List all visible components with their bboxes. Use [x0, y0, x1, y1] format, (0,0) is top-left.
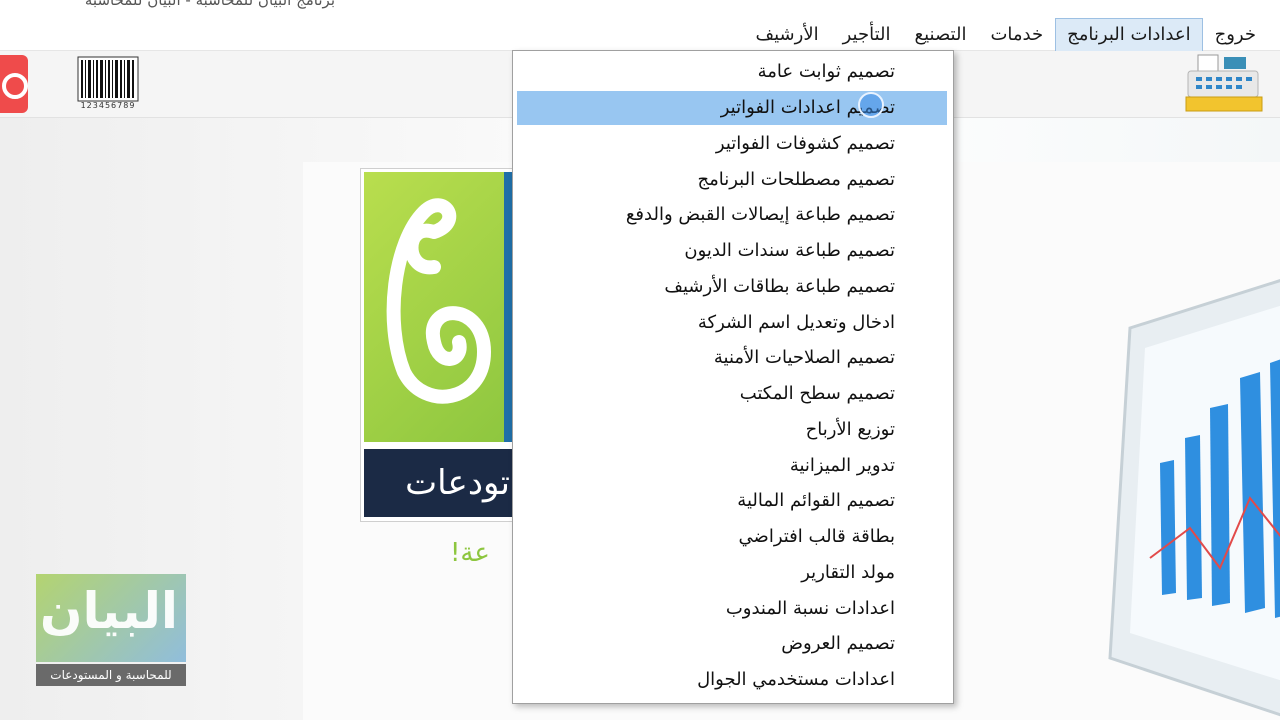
menu-manufacturing[interactable]: التصنيع — [903, 18, 979, 52]
brand-subtitle: للمحاسبة و المستودعات — [36, 664, 186, 686]
menu-item-invoice-statements[interactable]: تصميم كشوفات الفواتير — [517, 127, 947, 161]
cash-register-icon[interactable] — [1184, 53, 1264, 115]
menu-item-receipt-printing[interactable]: تصميم طباعة إيصالات القبض والدفع — [517, 198, 947, 232]
logo-green-block — [364, 172, 514, 442]
mouse-cursor-icon — [858, 92, 884, 118]
tagline: عة! — [450, 538, 490, 568]
menu-item-general-constants[interactable]: تصميم ثوابت عامة — [517, 55, 947, 89]
menu-rental[interactable]: التأجير — [831, 18, 903, 52]
menu-program-settings[interactable]: اعدادات البرنامج — [1055, 18, 1203, 52]
menu-item-offers-design[interactable]: تصميم العروض — [517, 627, 947, 661]
menu-item-mobile-users[interactable]: اعدادات مستخدمي الجوال — [517, 663, 947, 697]
title-bar: برنامج البيان للمحاسبة - البيان للمحاسبة — [0, 0, 1280, 10]
menu-item-security-permissions[interactable]: تصميم الصلاحيات الأمنية — [517, 341, 947, 375]
menu-item-label: تصميم ثوابت عامة — [757, 61, 895, 82]
logo-text: تودعات — [405, 463, 510, 503]
brand-name: البيان — [39, 582, 178, 640]
barcode-number: 123456789 — [80, 101, 136, 110]
menu-item-label: تصميم كشوفات الفواتير — [715, 133, 895, 154]
menu-item-company-name[interactable]: ادخال وتعديل اسم الشركة — [517, 306, 947, 340]
menu-item-label: بطاقة قالب افتراضي — [738, 526, 895, 547]
menu-item-agent-commission[interactable]: اعدادات نسبة المندوب — [517, 592, 947, 626]
menu-item-label: تدوير الميزانية — [789, 455, 895, 476]
logo-swirl-icon — [386, 198, 492, 404]
menu-item-label: تصميم القوائم المالية — [737, 490, 895, 511]
menu-item-program-terms[interactable]: تصميم مصطلحات البرنامج — [517, 163, 947, 197]
power-icon[interactable] — [0, 55, 28, 113]
menu-item-label: تصميم العروض — [781, 633, 895, 654]
barcode-icon[interactable]: 123456789 — [76, 55, 140, 113]
program-settings-dropdown: تصميم ثوابت عامة تصميم اعدادات الفواتير … — [512, 50, 954, 704]
menu-item-label: توزيع الأرباح — [805, 419, 895, 440]
menu-services[interactable]: خدمات — [978, 18, 1055, 52]
menu-item-label: تصميم طباعة إيصالات القبض والدفع — [625, 204, 895, 225]
menubar: الأرشيف التأجير التصنيع خدمات اعدادات ال… — [0, 10, 1280, 52]
menu-item-report-generator[interactable]: مولد التقارير — [517, 556, 947, 590]
menu-item-desktop-design[interactable]: تصميم سطح المكتب — [517, 377, 947, 411]
window-title: برنامج البيان للمحاسبة - البيان للمحاسبة — [84, 0, 335, 9]
menu-item-debt-bond-printing[interactable]: تصميم طباعة سندات الديون — [517, 234, 947, 268]
menu-item-label: اعدادات نسبة المندوب — [725, 598, 895, 619]
menu-item-profit-distribution[interactable]: توزيع الأرباح — [517, 413, 947, 447]
menu-item-label: مولد التقارير — [801, 562, 895, 583]
menu-item-label: تصميم طباعة سندات الديون — [684, 240, 895, 261]
menu-item-financial-statements[interactable]: تصميم القوائم المالية — [517, 484, 947, 518]
menu-item-label: اعدادات مستخدمي الجوال — [697, 669, 895, 690]
brand-watermark: البيان للمحاسبة و المستودعات — [36, 574, 186, 694]
menu-archive[interactable]: الأرشيف — [743, 18, 830, 52]
company-logo: تودعات — [360, 168, 518, 522]
menu-item-default-template-card[interactable]: بطاقة قالب افتراضي — [517, 520, 947, 554]
chart-monitor-image — [1090, 268, 1280, 720]
menu-item-budget-rollover[interactable]: تدوير الميزانية — [517, 449, 947, 483]
menu-item-label: تصميم طباعة بطاقات الأرشيف — [664, 276, 895, 297]
menu-exit[interactable]: خروج — [1203, 18, 1268, 52]
menu-item-archive-card-printing[interactable]: تصميم طباعة بطاقات الأرشيف — [517, 270, 947, 304]
menu-item-label: تصميم الصلاحيات الأمنية — [713, 347, 895, 368]
menu-item-label: ادخال وتعديل اسم الشركة — [697, 312, 895, 333]
menu-item-label: تصميم مصطلحات البرنامج — [697, 169, 895, 190]
menubar-items: الأرشيف التأجير التصنيع خدمات اعدادات ال… — [743, 18, 1268, 52]
logo-dark-block: تودعات — [364, 449, 514, 517]
menu-item-label: تصميم سطح المكتب — [739, 383, 895, 404]
